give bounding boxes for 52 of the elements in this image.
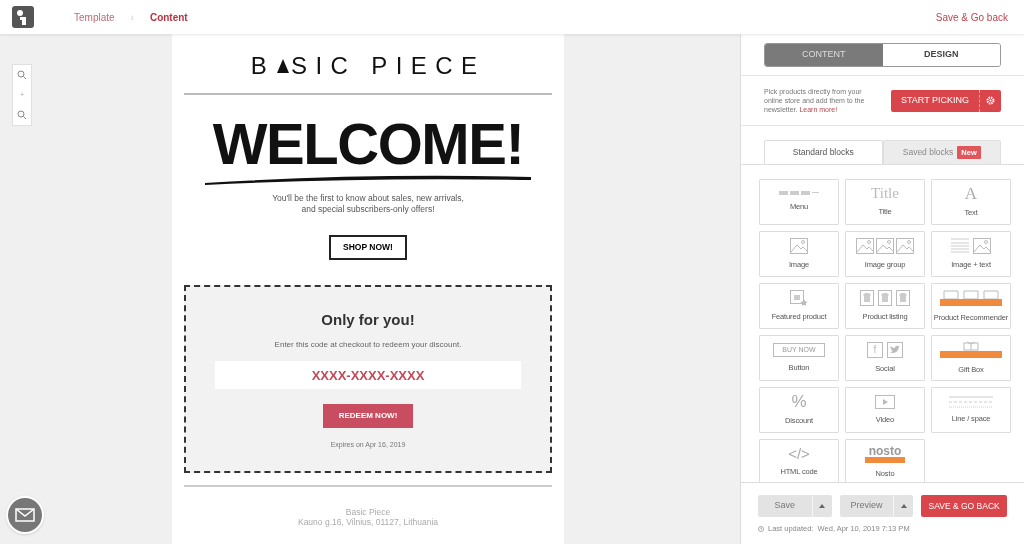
- image-icon: [790, 237, 808, 254]
- zoom-in-icon: [17, 70, 27, 80]
- intro-text: You'll be the first to know about sales, new arrivals, and special subscribers-only offers!: [272, 193, 464, 215]
- image-icon: [856, 237, 874, 254]
- shirt-icon: [860, 289, 874, 306]
- text-lines-icon: [951, 237, 969, 254]
- image-icon: [876, 237, 894, 254]
- brand-logo-text: SIC PIECE: [291, 51, 486, 81]
- message-button[interactable]: [6, 496, 44, 534]
- save-go-back-button[interactable]: SAVE & GO BACK: [921, 495, 1007, 517]
- tab-label: Standard blocks: [792, 146, 854, 159]
- envelope-icon: [15, 508, 35, 522]
- zoom-out-icon: [17, 110, 27, 120]
- chevron-icon: ›: [130, 9, 134, 25]
- code-glyph: </>: [788, 446, 810, 462]
- text-glyph: A: [964, 185, 978, 203]
- triangle-icon: [277, 59, 290, 73]
- brand-logo-text: B: [250, 51, 276, 81]
- block-tab[interactable]: Standard blocks: [764, 140, 883, 164]
- image-icon: [973, 237, 991, 254]
- caret-up-icon: [900, 504, 907, 508]
- gift-banner-icon: [940, 340, 1002, 359]
- recommender-banner-icon: [940, 288, 1002, 307]
- redeem-button[interactable]: REDEEM NOW!: [322, 404, 414, 429]
- coupon-title: Only for you!: [321, 309, 415, 330]
- footer-address-text: Basic Piece: [345, 506, 391, 517]
- settings-icon: [986, 96, 995, 105]
- title-glyph: Title: [871, 186, 899, 202]
- breadcrumb-link[interactable]: Content: [149, 9, 188, 25]
- pro-stripe-icon: [865, 456, 905, 463]
- facebook-glyph: f: [867, 341, 883, 358]
- welcome-headline: WELCOME!: [212, 115, 524, 173]
- shirt-icon: [878, 289, 892, 306]
- percent-glyph: %: [791, 393, 807, 411]
- shop-now-button[interactable]: SHOP NOW!: [329, 235, 407, 260]
- footer-address-text: Kauno g.16, Vilnius, 01127, Lithuania: [297, 516, 438, 527]
- video-icon: [875, 394, 895, 409]
- shirt-icon: [896, 289, 910, 306]
- tab-label: Saved blocks: [902, 146, 954, 159]
- line-space-icon: [949, 395, 993, 408]
- clock-icon: [758, 525, 764, 532]
- bird-icon: [887, 341, 903, 358]
- coupon-text: Enter this code at checkout to redeem your discount.: [274, 339, 462, 352]
- breadcrumb-link[interactable]: Template: [74, 9, 115, 25]
- app-logo[interactable]: [12, 6, 34, 28]
- coupon-code: XXXX-XXXX-XXXX: [215, 361, 521, 390]
- product-star-icon: [790, 289, 808, 306]
- save-go-back-link[interactable]: Save & Go back: [935, 9, 1008, 25]
- nosto-logo: nosto: [868, 444, 902, 457]
- image-icon: [896, 237, 914, 254]
- menu-bar-icon: [779, 191, 819, 197]
- caret-up-icon: [819, 504, 826, 508]
